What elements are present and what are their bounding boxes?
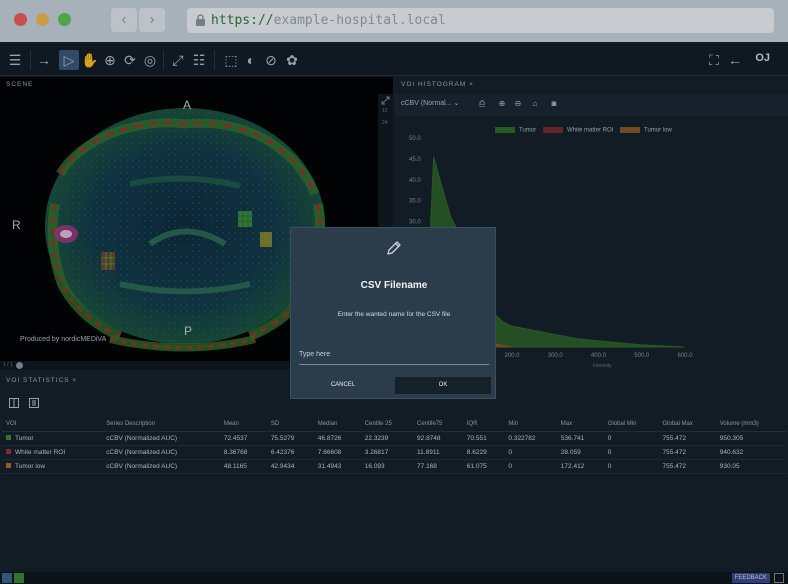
dialog-message: Enter the wanted name for the CSV file xyxy=(337,311,451,318)
ok-button[interactable]: OK xyxy=(395,377,491,394)
csv-filename-input[interactable] xyxy=(299,344,489,365)
app-window: ‹ › https://example-hospital.local ☰ → ▷… xyxy=(0,0,788,584)
csv-filename-dialog: CSV Filename Enter the wanted name for t… xyxy=(290,227,496,399)
dialog-title: CSV Filename xyxy=(360,280,428,291)
cancel-button[interactable]: CANCEL xyxy=(299,377,387,394)
pencil-icon xyxy=(387,241,401,255)
